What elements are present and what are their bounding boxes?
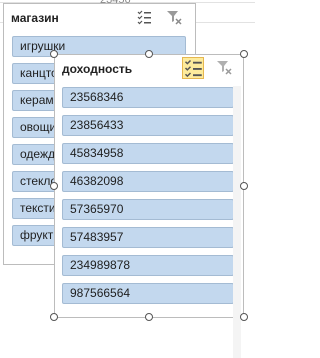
resize-handle-left[interactable] [50, 182, 58, 190]
resize-handle-top-right[interactable] [240, 50, 248, 58]
clear-filter-icon[interactable] [216, 59, 234, 77]
slicer-item[interactable]: 46382098 [62, 171, 234, 192]
slicer-revenue[interactable]: доходность 23568346 23856433 45834958 46… [54, 54, 244, 358]
slicer-item[interactable]: 23856433 [62, 115, 234, 136]
resize-handle-top-left[interactable] [50, 50, 58, 58]
slicer-item[interactable]: 23568346 [62, 87, 234, 108]
slicer-item[interactable]: 57483957 [62, 227, 234, 248]
resize-handle-bottom[interactable] [145, 313, 153, 321]
multi-select-icon[interactable] [182, 57, 204, 79]
slicer-title: доходность [62, 62, 133, 76]
slicer-item[interactable]: 57365970 [62, 199, 234, 220]
slicer-header: магазин [4, 4, 195, 32]
resize-handle-bottom-left[interactable] [50, 313, 58, 321]
resize-handle-bottom-right[interactable] [240, 313, 248, 321]
clear-filter-icon[interactable] [166, 9, 184, 27]
multi-select-icon[interactable] [136, 9, 154, 27]
resize-handle-right[interactable] [240, 182, 248, 190]
slicer-header: доходность [55, 55, 243, 83]
slicer-item[interactable]: 987566564 [62, 283, 234, 304]
slicer-item[interactable]: 234989878 [62, 255, 234, 276]
resize-handle-top[interactable] [145, 50, 153, 58]
slicer-title: магазин [11, 11, 59, 25]
slicer-item[interactable]: 45834958 [62, 143, 234, 164]
